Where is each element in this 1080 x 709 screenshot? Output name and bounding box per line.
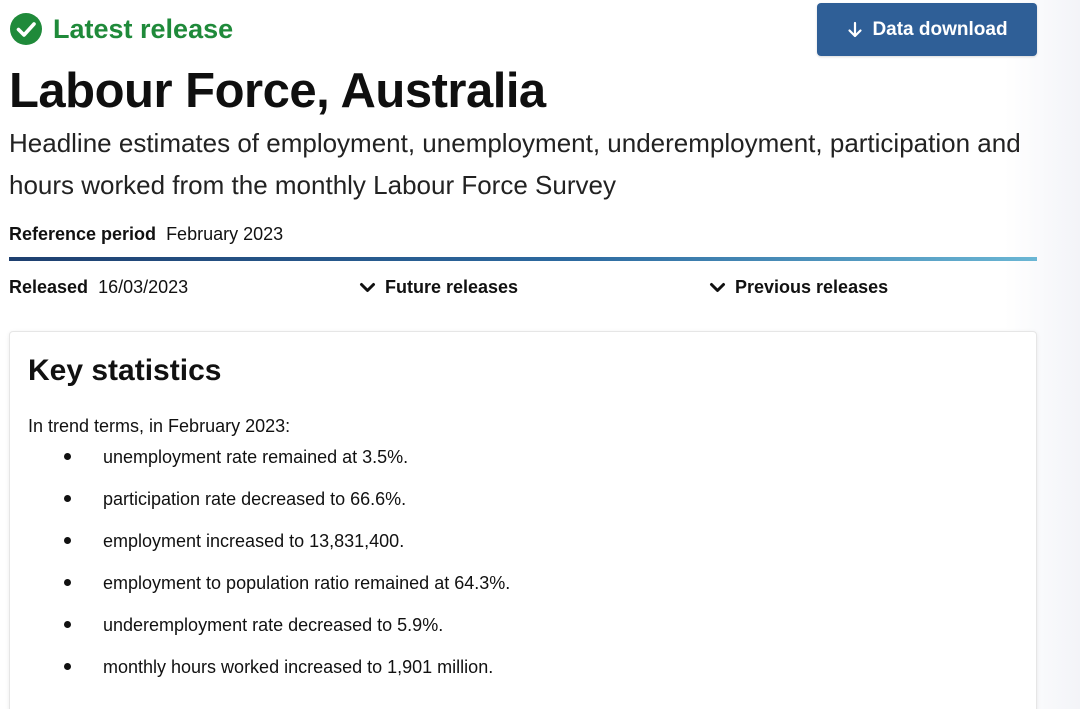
- bullet: [64, 453, 71, 460]
- header-divider: [9, 257, 1037, 261]
- key-statistics-intro: In trend terms, in February 2023:: [28, 416, 291, 436]
- released-date: Released 16/03/2023: [9, 274, 188, 300]
- bullet: [64, 621, 71, 628]
- page-subtitle: Headline estimates of employment, unempl…: [9, 128, 1021, 200]
- list-item: unemployment rate remained at 3.5%.: [10, 445, 1010, 487]
- future-releases-label: Future releases: [385, 277, 519, 297]
- arrow-down-icon: [846, 21, 864, 39]
- list-item-text: underemployment rate decreased to 5.9%.: [103, 615, 444, 635]
- bullet: [64, 495, 71, 502]
- data-download-button[interactable]: Data download: [817, 3, 1037, 56]
- list-item: employment to population ratio remained …: [10, 571, 1010, 613]
- bullet: [64, 579, 71, 586]
- list-item-text: monthly hours worked increased to 1,901 …: [103, 657, 494, 677]
- list-item: underemployment rate decreased to 5.9%.: [10, 613, 1010, 655]
- bullet: [64, 537, 71, 544]
- page: Latest release Data download Labour Forc…: [0, 0, 1080, 709]
- previous-releases-label: Previous releases: [735, 277, 889, 297]
- list-item: employment increased to 13,831,400.: [10, 529, 1010, 571]
- released-label: Released: [9, 277, 89, 297]
- list-item-text: employment to population ratio remained …: [103, 573, 511, 593]
- data-download-label: Data download: [872, 18, 1008, 40]
- reference-period-label: Reference period: [9, 224, 157, 244]
- release-info-row: Released 16/03/2023 Future releases Prev…: [9, 274, 1037, 300]
- chevron-down-icon: [359, 279, 376, 296]
- status-label: Latest release: [53, 14, 234, 44]
- page-title: Labour Force, Australia: [9, 64, 546, 118]
- key-statistics-card: Key statistics In trend terms, in Februa…: [9, 331, 1037, 709]
- future-releases-toggle[interactable]: Future releases: [359, 274, 518, 300]
- reference-period-value: February 2023: [166, 224, 284, 244]
- list-item-text: participation rate decreased to 66.6%.: [103, 489, 407, 509]
- previous-releases-toggle[interactable]: Previous releases: [709, 274, 888, 300]
- bullet: [64, 663, 71, 670]
- list-item-text: employment increased to 13,831,400.: [103, 531, 405, 551]
- check-circle-icon: [9, 12, 43, 46]
- list-item: participation rate decreased to 66.6%.: [10, 487, 1010, 529]
- key-statistics-heading: Key statistics: [28, 354, 222, 387]
- key-statistics-list: unemployment rate remained at 3.5%. part…: [10, 445, 1010, 697]
- list-item: monthly hours worked increased to 1,901 …: [10, 655, 1010, 697]
- released-value: 16/03/2023: [98, 277, 189, 297]
- reference-period: Reference period February 2023: [9, 222, 283, 246]
- chevron-down-icon: [709, 279, 726, 296]
- list-item-text: unemployment rate remained at 3.5%.: [103, 447, 409, 467]
- release-status: Latest release: [9, 12, 233, 46]
